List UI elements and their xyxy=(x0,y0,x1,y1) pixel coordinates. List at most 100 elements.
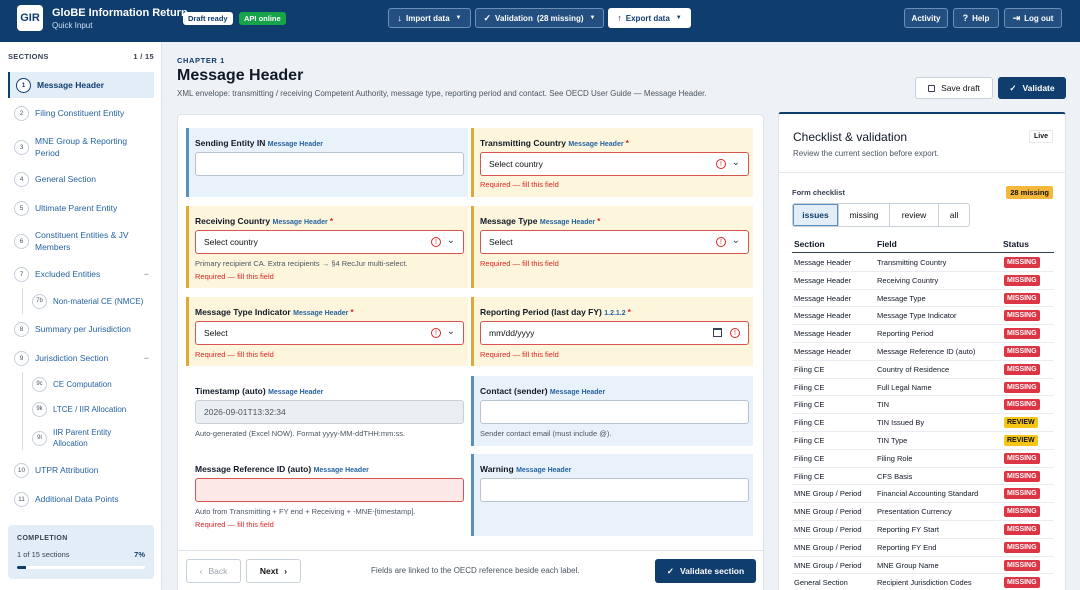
sidebar-subitem-ce-computation[interactable]: 9c CE Computation xyxy=(30,374,154,394)
field-contact: Contact (sender) Message Header Sender c… xyxy=(471,376,753,446)
sidebar-item-summary-jurisdiction[interactable]: 8 Summary per Jurisdiction xyxy=(8,316,154,342)
status-badge: MISSING xyxy=(1004,381,1040,393)
checklist-row[interactable]: Message Header Transmitting Country MISSIN… xyxy=(792,254,1054,272)
error-icon: ! xyxy=(431,237,441,247)
row-field: Receiving Country xyxy=(877,275,939,285)
chapter-label: CHAPTER 1 xyxy=(177,56,225,65)
error-icon: ! xyxy=(716,159,726,169)
tab-issues[interactable]: issues xyxy=(793,204,839,226)
row-field: Recipient Jurisdiction Codes xyxy=(877,578,972,588)
oecd-ref-link[interactable]: Message Header xyxy=(550,389,605,396)
live-badge: Live xyxy=(1028,130,1053,143)
checklist-row[interactable]: Filing CE TIN Issued By REVIEW xyxy=(792,414,1054,432)
panel-divider xyxy=(779,172,1065,173)
row-section: Filing CE xyxy=(794,400,825,410)
reporting-period-date-input[interactable]: mm/dd/yyyy ! xyxy=(480,321,749,345)
checklist-row[interactable]: MNE Group / Period Reporting FY End MISSIN… xyxy=(792,539,1054,557)
sidebar-subitem-nmce[interactable]: 7b Non-material CE (NMCE) xyxy=(30,291,154,311)
row-field: CFS Basis xyxy=(877,471,913,481)
row-field: TIN xyxy=(877,400,890,410)
checklist-row[interactable]: Filing CE Filing Role MISSING xyxy=(792,450,1054,468)
checklist-row[interactable]: Message Header Receiving Country MISSING xyxy=(792,272,1054,290)
next-button[interactable]: Next › xyxy=(246,559,301,583)
checklist-row[interactable]: Filing CE CFS Basis MISSING xyxy=(792,468,1054,486)
sidebar-item-excluded-entities[interactable]: 7 Excluded Entities − xyxy=(8,261,154,287)
status-badge: MISSING xyxy=(1004,346,1040,357)
sidebar-item-utpr[interactable]: 10 UTPR Attribution xyxy=(8,457,154,483)
tab-all[interactable]: all xyxy=(939,204,969,226)
checklist-row[interactable]: Filing CE TIN MISSING xyxy=(792,396,1054,415)
checklist-row[interactable]: Message Header Message Type Indicator MISS… xyxy=(792,307,1054,326)
sidebar-item-jurisdiction-section[interactable]: 9 Jurisdiction Section − xyxy=(8,345,154,371)
status-badge: MISSING xyxy=(1004,577,1040,589)
checklist-row[interactable]: Message Header Message Reference ID (auto… xyxy=(792,343,1054,361)
status-badge: MISSING xyxy=(1004,257,1040,268)
sidebar-subitem-ltce[interactable]: 9k LTCE / IIR Allocation xyxy=(30,399,154,419)
help-button[interactable]: ? Help xyxy=(953,8,999,28)
calendar-icon[interactable] xyxy=(713,328,722,337)
sidebar-item-filing-ce[interactable]: 2 Filing Constituent Entity xyxy=(8,100,154,126)
api-status-badge: API online xyxy=(239,12,286,25)
row-section: Message Header xyxy=(794,275,852,285)
save-draft-button[interactable]: Save draft xyxy=(915,77,993,99)
status-badge: MISSING xyxy=(1004,559,1040,571)
checklist-row[interactable]: MNE Group / Period MNE Group Name MISSING xyxy=(792,557,1054,575)
sidebar-item-additional-data[interactable]: 11 Additional Data Points xyxy=(8,486,154,512)
oecd-ref-link[interactable]: Message Header xyxy=(272,219,327,226)
message-type-select[interactable]: Select ! ⌄ xyxy=(480,230,749,254)
collapse-icon[interactable]: − xyxy=(144,353,149,363)
tab-missing[interactable]: missing xyxy=(839,204,890,226)
validate-button[interactable]: ✓ Validate xyxy=(998,77,1066,99)
receiving-country-select[interactable]: Select country ! ⌄ xyxy=(195,230,464,254)
validation-button[interactable]: ✓ Validation (28 missing) ▼ xyxy=(475,8,604,28)
contact-email-input[interactable] xyxy=(480,400,749,424)
oecd-ref-link[interactable]: Message Header xyxy=(293,310,348,317)
sidebar-subitem-iir-parent[interactable]: 9l IIR Parent Entity Allocation xyxy=(30,425,154,451)
import-data-button[interactable]: ↓ Import data ▼ xyxy=(388,8,471,28)
oecd-ref-link[interactable]: Message Header xyxy=(568,141,623,148)
hint-text: Primary recipient CA. Extra recipients →… xyxy=(195,259,408,268)
export-data-button[interactable]: ↑ Export data ▼ xyxy=(608,8,691,28)
back-button[interactable]: ‹ Back xyxy=(186,559,241,583)
row-section: Filing CE xyxy=(794,364,825,374)
message-type-indicator-select[interactable]: Select ! ⌄ xyxy=(195,321,464,345)
row-section: Message Header xyxy=(794,258,852,267)
checklist-row[interactable]: MNE Group / Period Presentation Currency M… xyxy=(792,503,1054,521)
field-message-reference-id: Message Reference ID (auto) Message Head… xyxy=(186,454,468,536)
checklist-row[interactable]: Filing CE Full Legal Name MISSING xyxy=(792,379,1054,397)
tab-review[interactable]: review xyxy=(890,204,939,226)
warning-input[interactable] xyxy=(480,478,749,502)
activity-button[interactable]: Activity xyxy=(904,8,948,28)
checklist-row[interactable]: Filing CE Country of Residence MISSING xyxy=(792,361,1054,379)
chevron-left-icon: ‹ xyxy=(199,566,203,576)
sidebar-item-constituent-entities[interactable]: 6 Constituent Entities & JV Members xyxy=(8,224,154,258)
transmitting-country-select[interactable]: Select country ! ⌄ xyxy=(480,152,749,176)
sidebar-item-message-header[interactable]: 1 Message Header xyxy=(8,72,154,98)
validate-section-button[interactable]: ✓ Validate section xyxy=(655,559,756,583)
oecd-ref-link[interactable]: Message Header xyxy=(516,467,571,474)
sidebar-item-general-section[interactable]: 4 General Section xyxy=(8,166,154,192)
hint-text: Auto from Transmitting + FY end + Receiv… xyxy=(195,507,416,516)
panel-title: Checklist & validation xyxy=(793,130,908,144)
logout-button[interactable]: ⇥ Log out xyxy=(1004,8,1062,28)
checklist-row[interactable]: MNE Group / Period Financial Accounting S… xyxy=(792,485,1054,504)
collapse-icon[interactable]: − xyxy=(144,269,149,279)
sidebar-item-upe[interactable]: 5 Ultimate Parent Entity xyxy=(8,195,154,221)
oecd-ref-link[interactable]: Message Header xyxy=(268,389,323,396)
validation-count: (28 missing) xyxy=(536,13,584,23)
oecd-ref-link[interactable]: Message Header xyxy=(540,219,595,226)
sending-entity-in-input[interactable] xyxy=(195,152,464,176)
checklist-row[interactable]: Message Header Message Type MISSING xyxy=(792,290,1054,308)
oecd-ref-link[interactable]: Message Header xyxy=(314,467,369,474)
checklist-row[interactable]: Message Header Reporting Period MISSING xyxy=(792,325,1054,343)
chevron-right-icon: › xyxy=(284,566,288,576)
checklist-row[interactable]: Filing CE TIN Type REVIEW xyxy=(792,432,1054,450)
oecd-ref-link[interactable]: Message Header xyxy=(268,141,323,148)
checklist-row[interactable]: General Section Recipient Jurisdiction Co… xyxy=(792,574,1054,590)
chevron-down-icon: ▼ xyxy=(675,15,682,21)
completion-progress-bar xyxy=(17,566,145,569)
oecd-ref-link[interactable]: 1.2.1.2 xyxy=(604,310,625,317)
row-section: MNE Group / Period xyxy=(794,542,862,552)
checklist-row[interactable]: MNE Group / Period Reporting FY Start MISS… xyxy=(792,521,1054,539)
sidebar-item-mne-group[interactable]: 3 MNE Group & Reporting Period xyxy=(8,130,154,164)
